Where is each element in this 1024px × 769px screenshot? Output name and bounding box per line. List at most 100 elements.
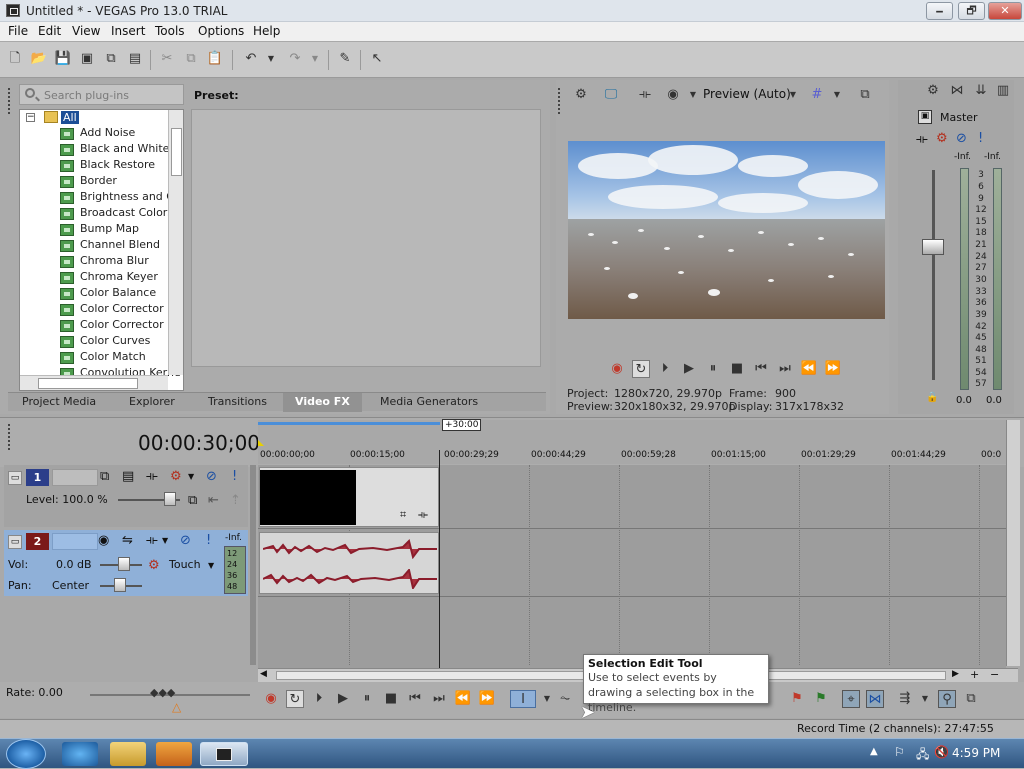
ripple-edit-icon[interactable]: ⇶	[896, 690, 914, 708]
plugin-tree-scrollbar[interactable]	[168, 110, 183, 375]
menu-help[interactable]: Help	[253, 24, 280, 38]
file-explorer-icon[interactable]	[110, 742, 146, 766]
dropdown-icon[interactable]: ▼	[684, 86, 702, 104]
timeline-vscrollbar[interactable]	[1006, 420, 1020, 666]
show-hidden-icons-icon[interactable]: ▲	[870, 746, 878, 757]
track-invert-icon[interactable]: ⇋	[122, 533, 133, 549]
minimize-button[interactable]: 🗕	[926, 2, 953, 20]
bus-fx-icon[interactable]: ⟛	[916, 132, 928, 148]
timeline-ruler[interactable]: +30:00 00:00:00;00 00:00:15;00 00:00:29;…	[258, 419, 1006, 464]
compositing-mode-icon[interactable]: ▤	[122, 469, 134, 485]
track-name-field[interactable]	[52, 533, 98, 550]
menu-view[interactable]: View	[72, 24, 100, 38]
tab-transitions[interactable]: Transitions	[208, 395, 267, 408]
track-minimize-icon[interactable]: ▭	[8, 471, 22, 485]
level-slider-knob[interactable]	[164, 492, 176, 506]
mute-icon[interactable]: ⊘	[180, 533, 191, 549]
playhead-cursor[interactable]	[439, 450, 440, 668]
normal-edit-tool-icon[interactable]: I	[510, 690, 536, 708]
master-fader-knob[interactable]	[922, 239, 944, 255]
video-event[interactable]: ⌗ ⟛	[259, 467, 439, 527]
solo-icon[interactable]: !	[232, 469, 237, 485]
audio-event[interactable]	[259, 532, 439, 594]
audio-track-header[interactable]: ▭ 2 ◉ ⇋ ⟛ ▼ ⊘ ! -Inf. Vol: 0.0 dB ⚙ Touc…	[4, 530, 248, 596]
next-frame-icon[interactable]: ⏩	[824, 360, 842, 378]
gear-icon[interactable]: ⚙	[170, 469, 182, 485]
mixer-meters-icon[interactable]: ▥	[994, 82, 1012, 100]
zoom-in-icon[interactable]: +	[970, 668, 979, 681]
preview-quality-select[interactable]: Preview (Auto)	[703, 87, 791, 101]
master-fader-track[interactable]	[932, 170, 935, 380]
plugin-tree-hscrollbar[interactable]	[20, 375, 168, 390]
event-fx-icon[interactable]: ⟛	[418, 508, 428, 522]
go-to-end-icon[interactable]: ⏭	[776, 360, 794, 378]
network-icon[interactable]: 🖧	[916, 745, 929, 766]
menu-file[interactable]: File	[8, 24, 28, 38]
ignore-grouping-icon[interactable]: ⧉	[962, 690, 980, 708]
redo-dropdown-icon[interactable]: ▼	[306, 50, 324, 68]
copy-snapshot-icon[interactable]: ⧉	[856, 86, 874, 104]
overlays-grid-icon[interactable]: #	[808, 86, 826, 104]
make-compositing-child-icon[interactable]: ⇤	[208, 493, 219, 509]
pause-icon[interactable]: ⏸	[704, 360, 722, 378]
record-icon[interactable]: ◉	[608, 360, 626, 378]
copy-icon[interactable]: ⧉	[182, 50, 200, 68]
next-frame-icon[interactable]: ⏩	[478, 690, 496, 708]
redo-icon[interactable]: ↷	[286, 50, 304, 68]
track-fx-icon[interactable]: ⟛	[146, 469, 158, 485]
menu-tools[interactable]: Tools	[155, 24, 185, 38]
close-button[interactable]: ✕	[988, 2, 1022, 20]
play-icon[interactable]: ▶	[680, 360, 698, 378]
tree-root-all[interactable]: All	[61, 111, 79, 124]
mute-icon[interactable]: ⊘	[956, 131, 967, 147]
rate-slider-knob[interactable]: ◆◆◆	[150, 686, 175, 699]
plugin-search-input[interactable]: Search plug-ins	[19, 84, 184, 105]
preview-properties-icon[interactable]: ⚙	[572, 86, 590, 104]
split-screen-icon[interactable]: ⟛	[636, 86, 654, 104]
preset-list[interactable]	[191, 109, 541, 367]
track-motion-icon[interactable]: ⧉	[100, 469, 109, 485]
dropdown-icon[interactable]: ▼	[162, 533, 168, 549]
vegas-taskbar-button[interactable]	[200, 742, 248, 766]
insert-marker-icon[interactable]: ⚑	[788, 690, 806, 708]
automation-mode-select[interactable]: Touch	[169, 558, 201, 571]
snapping-icon[interactable]: ⌖	[842, 690, 860, 708]
event-pan-crop-icon[interactable]: ⌗	[400, 508, 406, 522]
scroll-thumb[interactable]	[171, 128, 182, 176]
external-monitor-icon[interactable]: 🖵	[602, 86, 620, 104]
dropdown-icon[interactable]: ▼	[784, 86, 802, 104]
volume-slider-knob[interactable]	[118, 557, 130, 571]
pause-icon[interactable]: ⏸	[358, 690, 376, 708]
properties-icon[interactable]: ▤	[126, 50, 144, 68]
dropdown-icon[interactable]: ▼	[188, 469, 194, 485]
lock-icon[interactable]: 🔒	[926, 392, 938, 403]
panel-grip[interactable]	[558, 88, 561, 114]
stop-icon[interactable]: ■	[382, 690, 400, 708]
save-icon[interactable]: 💾	[54, 50, 72, 68]
undo-icon[interactable]: ↶	[242, 50, 260, 68]
auto-crossfade-icon[interactable]: ⋈	[866, 690, 884, 708]
scroll-right-icon[interactable]: ▶	[952, 669, 959, 679]
mixer-split-icon[interactable]: ⋈	[948, 82, 966, 100]
loop-region-bar[interactable]	[258, 422, 440, 425]
record-icon[interactable]: ◉	[262, 690, 280, 708]
maximize-button[interactable]: 🗗	[958, 2, 985, 20]
solo-icon[interactable]: !	[206, 533, 211, 549]
mixer-properties-icon[interactable]: ⚙	[924, 82, 942, 100]
play-from-start-icon[interactable]: ⏵	[310, 690, 328, 708]
action-center-icon[interactable]: ⚐	[894, 745, 905, 759]
parent-motion-icon[interactable]: ⧉	[188, 493, 197, 509]
panel-grip[interactable]	[8, 88, 11, 114]
loop-icon[interactable]: ↻	[632, 360, 650, 378]
undo-dropdown-icon[interactable]: ▼	[262, 50, 280, 68]
tab-video-fx[interactable]: Video FX	[283, 393, 362, 412]
envelope-edit-tool-icon[interactable]: ⏦	[556, 690, 574, 708]
collapse-icon[interactable]: −	[26, 113, 35, 122]
track-fx-icon[interactable]: ⟛	[146, 533, 158, 549]
new-project-icon[interactable]: 🗋	[6, 50, 24, 68]
lock-envelopes-icon[interactable]: ⚲	[938, 690, 956, 708]
media-player-icon[interactable]	[156, 742, 192, 766]
panel-grip[interactable]	[8, 424, 11, 450]
whats-this-help-icon[interactable]: ↖	[368, 50, 386, 68]
loop-icon[interactable]: ↻	[286, 690, 304, 708]
